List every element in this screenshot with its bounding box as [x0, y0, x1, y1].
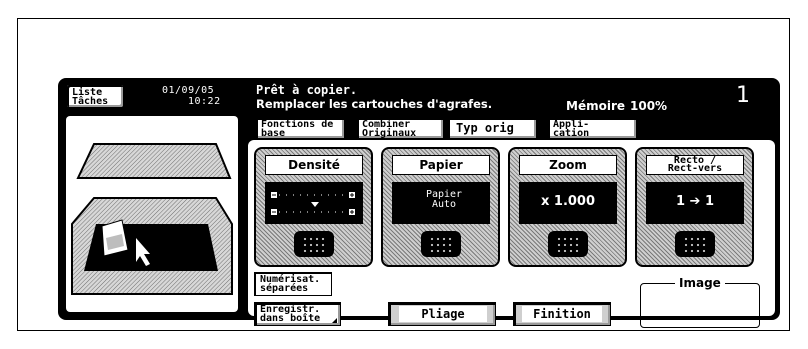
memory-label: Mémoire [566, 99, 625, 113]
main-panel: Prêt à copier. Remplacer les cartouches … [246, 81, 777, 328]
scanner-glass-icon [71, 143, 233, 295]
image-preview-panel: Image [640, 276, 760, 328]
paper-card[interactable]: Papier Papier Auto [381, 147, 500, 267]
duplex-value: 1 ➔ 1 [675, 194, 715, 209]
duplex-more-icon [675, 231, 715, 257]
save-to-box-button[interactable]: Enregistr. dans boîte [254, 302, 341, 326]
corner-arrow-icon [332, 318, 337, 323]
memory-value: 100% [630, 99, 668, 113]
tab-application[interactable]: Appli- cation [547, 117, 637, 139]
status-line-2: Remplacer les cartouches d'agrafes. [256, 97, 493, 111]
folding-button[interactable]: Pliage [388, 302, 496, 326]
tab-basic-functions[interactable]: Fonctions de base [255, 117, 345, 139]
density-card[interactable]: Densité [254, 147, 373, 267]
scan-separate-button[interactable]: Numérisat. séparées [254, 272, 332, 296]
density-more-icon [294, 231, 334, 257]
finishing-button[interactable]: Finition [513, 302, 611, 326]
control-panel-screen: Liste Tâches 01/09/05 10:22 Prêt à copie… [58, 78, 780, 328]
paper-more-icon [421, 231, 461, 257]
tab-original-type[interactable]: Typ orig [447, 117, 537, 139]
status-line-1: Prêt à copier. [256, 83, 358, 97]
time-display: 10:22 [188, 96, 221, 107]
zoom-value: x 1.000 [540, 194, 596, 209]
image-label: Image [675, 276, 725, 290]
tab-combine-originals[interactable]: Combiner Originaux [356, 117, 444, 139]
paper-value: Papier Auto [425, 189, 463, 210]
zoom-more-icon [548, 231, 588, 257]
density-slider-icon [265, 182, 363, 224]
function-area: Densité Papier Papier Auto Zoom x 1.000 … [248, 140, 775, 328]
job-list-button[interactable]: Liste Tâches [66, 84, 124, 108]
scanner-illustration [66, 116, 238, 312]
copy-count: 1 [736, 83, 750, 108]
date-display: 01/09/05 [162, 85, 215, 96]
zoom-card[interactable]: Zoom x 1.000 [508, 147, 627, 267]
duplex-card[interactable]: Recto / Rect-vers 1 ➔ 1 [635, 147, 754, 267]
